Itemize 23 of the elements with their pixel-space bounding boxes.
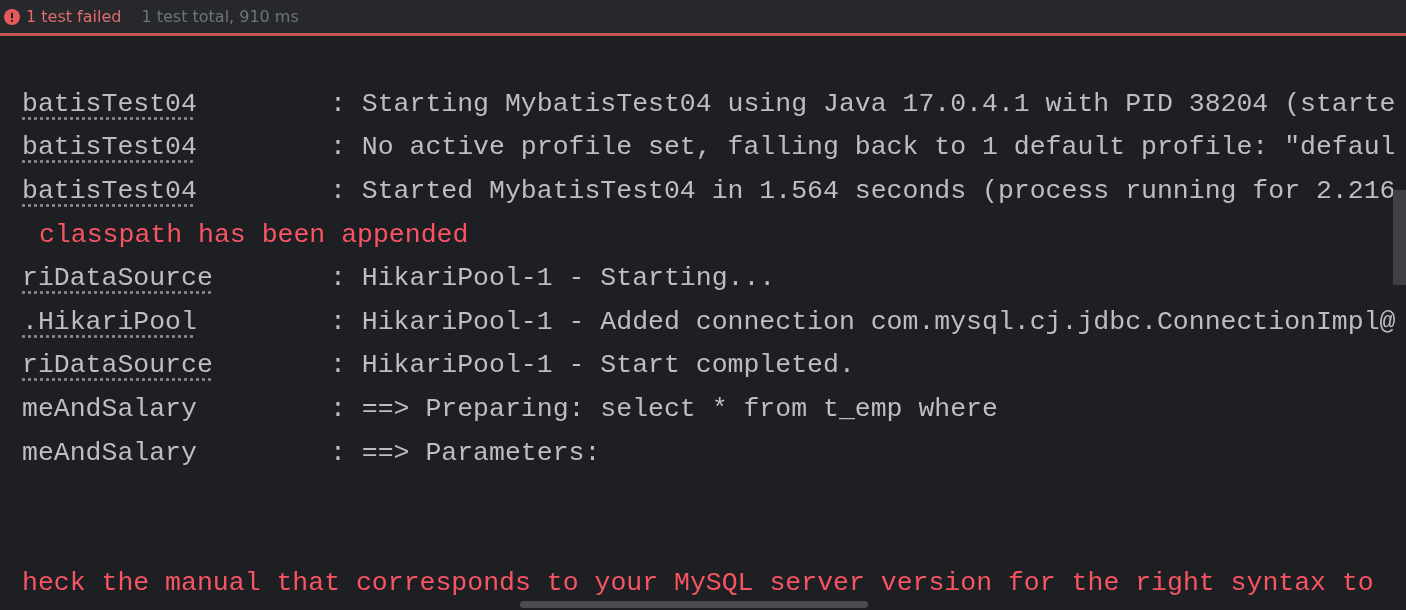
log-message: : No active profile set, falling back to 1 default profile: "defaul: [330, 132, 1396, 163]
log-message: : Starting MybatisTest04 using Java 17.0.4.1 with PID 38204 (starte: [330, 88, 1396, 119]
logger-name: riDataSource: [22, 350, 213, 381]
logger-name: meAndSalary: [22, 437, 197, 468]
test-summary: 1 test total, 910 ms: [141, 7, 299, 26]
logger-name: .HikariPool: [22, 306, 197, 337]
logger-name: batisTest04: [22, 88, 197, 119]
log-message: : ==> Preparing: select * from t_emp where: [330, 393, 998, 424]
log-message: : HikariPool-1 - Added connection com.mysql.cj.jdbc.ConnectionImpl@: [330, 306, 1396, 337]
log-message: : Started MybatisTest04 in 1.564 seconds (process running for 2.216: [330, 176, 1396, 206]
error-icon: [4, 8, 20, 25]
log-message: : ==> Parameters:: [330, 437, 601, 468]
logger-name: meAndSalary: [22, 393, 197, 424]
logger-name: batisTest04: [22, 176, 197, 206]
failed-count: 1 test failed: [26, 7, 122, 26]
error-message: heck the manual that corresponds to your MySQL server version for the right syntax to: [22, 568, 1374, 599]
vertical-scrollbar-thumb[interactable]: [1393, 190, 1406, 285]
horizontal-scrollbar-thumb[interactable]: [520, 601, 868, 608]
error-message: classpath has been appended: [38, 219, 469, 250]
logger-name: batisTest04: [22, 132, 197, 163]
log-message: : HikariPool-1 - Starting...: [330, 263, 776, 294]
logger-name: riDataSource: [22, 263, 213, 294]
log-message: : HikariPool-1 - Start completed.: [330, 350, 855, 381]
